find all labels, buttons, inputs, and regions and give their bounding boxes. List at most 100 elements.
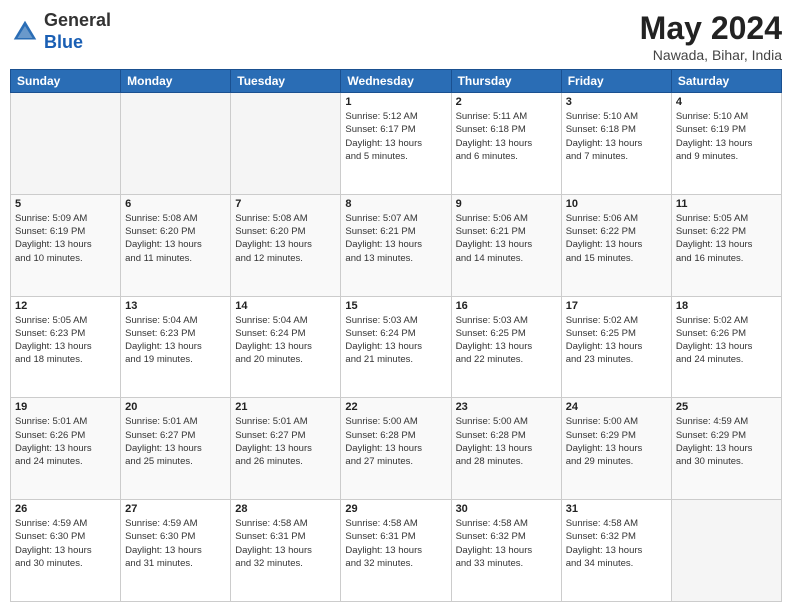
calendar-header-row: SundayMondayTuesdayWednesdayThursdayFrid… — [11, 70, 782, 93]
calendar-table: SundayMondayTuesdayWednesdayThursdayFrid… — [10, 69, 782, 602]
day-number: 18 — [676, 300, 777, 312]
sunrise: Sunrise: 5:10 AM — [566, 110, 667, 123]
day-number: 3 — [566, 96, 667, 108]
sunrise: Sunrise: 5:09 AM — [15, 212, 116, 225]
daylight-line2: and 20 minutes. — [235, 353, 336, 366]
daylight-line1: Daylight: 13 hours — [456, 544, 557, 557]
calendar-cell: 27Sunrise: 4:59 AMSunset: 6:30 PMDayligh… — [121, 500, 231, 602]
day-number: 5 — [15, 198, 116, 210]
location: Nawada, Bihar, India — [640, 47, 782, 63]
daylight-line2: and 22 minutes. — [456, 353, 557, 366]
day-number: 9 — [456, 198, 557, 210]
sunrise: Sunrise: 5:02 AM — [676, 314, 777, 327]
calendar-cell: 4Sunrise: 5:10 AMSunset: 6:19 PMDaylight… — [671, 93, 781, 195]
day-info: Sunrise: 5:06 AMSunset: 6:22 PMDaylight:… — [566, 212, 667, 265]
calendar-cell: 21Sunrise: 5:01 AMSunset: 6:27 PMDayligh… — [231, 398, 341, 500]
sunset: Sunset: 6:23 PM — [125, 327, 226, 340]
calendar-cell: 26Sunrise: 4:59 AMSunset: 6:30 PMDayligh… — [11, 500, 121, 602]
sunrise: Sunrise: 5:10 AM — [676, 110, 777, 123]
day-info: Sunrise: 5:02 AMSunset: 6:25 PMDaylight:… — [566, 314, 667, 367]
daylight-line1: Daylight: 13 hours — [125, 238, 226, 251]
sunrise: Sunrise: 5:01 AM — [125, 415, 226, 428]
day-number: 17 — [566, 300, 667, 312]
calendar-cell — [231, 93, 341, 195]
daylight-line1: Daylight: 13 hours — [566, 340, 667, 353]
daylight-line2: and 13 minutes. — [345, 252, 446, 265]
sunrise: Sunrise: 4:58 AM — [456, 517, 557, 530]
daylight-line1: Daylight: 13 hours — [125, 340, 226, 353]
calendar-cell: 30 Sunrise: 4:58 AMSunset: 6:32 PMDayligh… — [451, 500, 561, 602]
calendar-cell: 20Sunrise: 5:01 AMSunset: 6:27 PMDayligh… — [121, 398, 231, 500]
sunset: Sunset: 6:24 PM — [235, 327, 336, 340]
daylight-line1: Daylight: 13 hours — [345, 137, 446, 150]
col-header-tuesday: Tuesday — [231, 70, 341, 93]
day-info: Sunrise: 5:12 AMSunset: 6:17 PMDaylight:… — [345, 110, 446, 163]
week-row-5: 26 Sunrise: 4:59 AMSunset: 6:30 PMDayligh… — [11, 500, 782, 602]
daylight-line2: and 23 minutes. — [566, 353, 667, 366]
daylight-line1: Daylight: 13 hours — [15, 442, 116, 455]
day-number: 30 — [456, 503, 557, 515]
sunset: Sunset: 6:22 PM — [566, 225, 667, 238]
daylight-line2: and 34 minutes. — [566, 557, 667, 570]
sunset: Sunset: 6:31 PM — [345, 530, 446, 543]
day-info: Sunrise: 4:58 AMSunset: 6:32 PMDaylight:… — [456, 517, 557, 570]
day-number: 1 — [345, 96, 446, 108]
sunrise: Sunrise: 4:58 AM — [566, 517, 667, 530]
day-info: Sunrise: 5:10 AMSunset: 6:19 PMDaylight:… — [676, 110, 777, 163]
day-info: Sunrise: 5:08 AMSunset: 6:20 PMDaylight:… — [235, 212, 336, 265]
calendar-cell: 5 Sunrise: 5:09 AMSunset: 6:19 PMDaylight… — [11, 194, 121, 296]
daylight-line1: Daylight: 13 hours — [676, 238, 777, 251]
day-number: 11 — [676, 198, 777, 210]
day-info: Sunrise: 5:10 AMSunset: 6:18 PMDaylight:… — [566, 110, 667, 163]
daylight-line1: Daylight: 13 hours — [456, 137, 557, 150]
daylight-line1: Daylight: 13 hours — [235, 442, 336, 455]
day-number: 28 — [235, 503, 336, 515]
daylight-line1: Daylight: 13 hours — [235, 340, 336, 353]
sunset: Sunset: 6:25 PM — [456, 327, 557, 340]
daylight-line2: and 29 minutes. — [566, 455, 667, 468]
day-number: 7 — [235, 198, 336, 210]
calendar-cell: 10Sunrise: 5:06 AMSunset: 6:22 PMDayligh… — [561, 194, 671, 296]
daylight-line2: and 11 minutes. — [125, 252, 226, 265]
sunrise: Sunrise: 5:00 AM — [345, 415, 446, 428]
day-info: Sunrise: 5:11 AMSunset: 6:18 PMDaylight:… — [456, 110, 557, 163]
calendar-cell: 28 Sunrise: 4:58 AMSunset: 6:31 PMDayligh… — [231, 500, 341, 602]
sunset: Sunset: 6:23 PM — [15, 327, 116, 340]
day-number: 21 — [235, 401, 336, 413]
calendar-cell: 17 Sunrise: 5:02 AMSunset: 6:25 PMDayligh… — [561, 296, 671, 398]
sunrise: Sunrise: 5:03 AM — [345, 314, 446, 327]
daylight-line2: and 32 minutes. — [235, 557, 336, 570]
day-info: Sunrise: 5:01 AMSunset: 6:27 PMDaylight:… — [125, 415, 226, 468]
day-number: 24 — [566, 401, 667, 413]
calendar-cell: 14Sunrise: 5:04 AMSunset: 6:24 PMDayligh… — [231, 296, 341, 398]
daylight-line2: and 21 minutes. — [345, 353, 446, 366]
daylight-line1: Daylight: 13 hours — [235, 544, 336, 557]
week-row-2: 5 Sunrise: 5:09 AMSunset: 6:19 PMDaylight… — [11, 194, 782, 296]
sunset: Sunset: 6:28 PM — [456, 429, 557, 442]
daylight-line1: Daylight: 13 hours — [566, 544, 667, 557]
sunset: Sunset: 6:17 PM — [345, 123, 446, 136]
day-number: 31 — [566, 503, 667, 515]
day-info: Sunrise: 5:03 AMSunset: 6:24 PMDaylight:… — [345, 314, 446, 367]
calendar-cell: 1 Sunrise: 5:12 AMSunset: 6:17 PMDaylight… — [341, 93, 451, 195]
calendar-cell: 13Sunrise: 5:04 AMSunset: 6:23 PMDayligh… — [121, 296, 231, 398]
day-info: Sunrise: 4:59 AMSunset: 6:29 PMDaylight:… — [676, 415, 777, 468]
calendar-cell: 7 Sunrise: 5:08 AMSunset: 6:20 PMDaylight… — [231, 194, 341, 296]
week-row-3: 12Sunrise: 5:05 AMSunset: 6:23 PMDayligh… — [11, 296, 782, 398]
sunset: Sunset: 6:32 PM — [456, 530, 557, 543]
logo-general: General — [44, 10, 111, 32]
day-info: Sunrise: 4:59 AMSunset: 6:30 PMDaylight:… — [125, 517, 226, 570]
sunset: Sunset: 6:21 PM — [456, 225, 557, 238]
sunset: Sunset: 6:25 PM — [566, 327, 667, 340]
sunset: Sunset: 6:29 PM — [676, 429, 777, 442]
day-info: Sunrise: 5:04 AMSunset: 6:24 PMDaylight:… — [235, 314, 336, 367]
day-info: Sunrise: 4:58 AMSunset: 6:31 PMDaylight:… — [235, 517, 336, 570]
col-header-friday: Friday — [561, 70, 671, 93]
sunset: Sunset: 6:31 PM — [235, 530, 336, 543]
day-number: 26 — [15, 503, 116, 515]
calendar-cell: 11Sunrise: 5:05 AMSunset: 6:22 PMDayligh… — [671, 194, 781, 296]
daylight-line1: Daylight: 13 hours — [15, 544, 116, 557]
sunset: Sunset: 6:30 PM — [125, 530, 226, 543]
sunset: Sunset: 6:20 PM — [125, 225, 226, 238]
day-info: Sunrise: 5:09 AMSunset: 6:19 PMDaylight:… — [15, 212, 116, 265]
